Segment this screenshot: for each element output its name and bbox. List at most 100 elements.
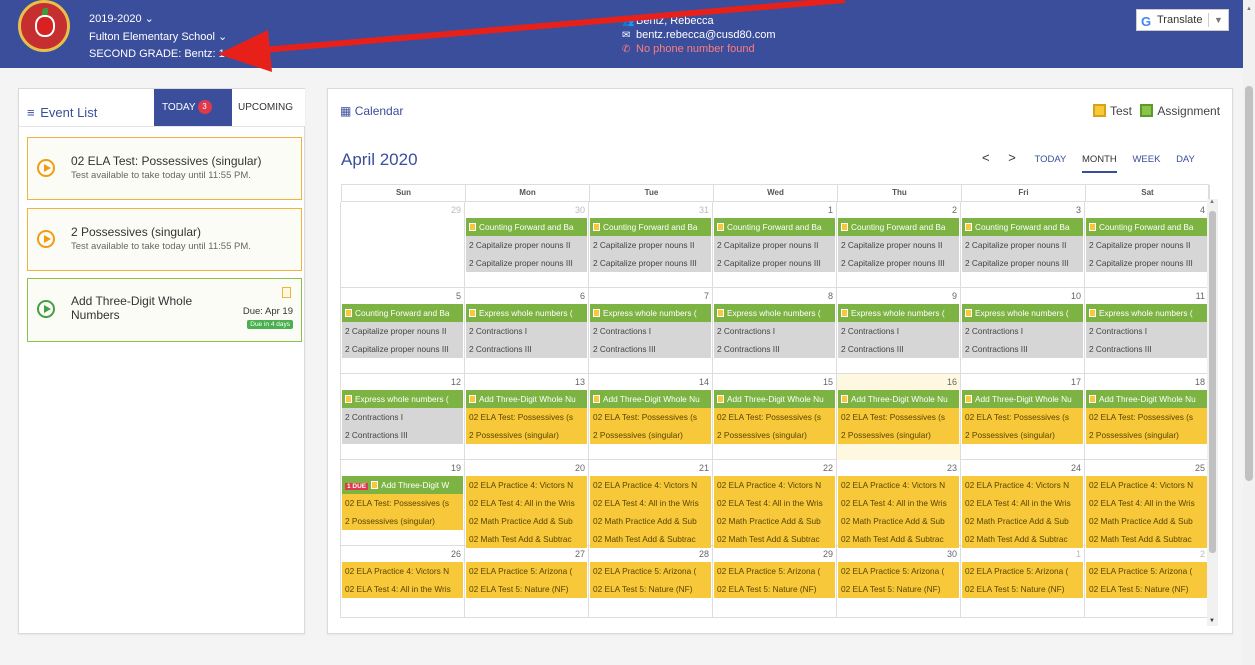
day-number[interactable]: 30 — [575, 205, 585, 215]
play-icon[interactable] — [37, 230, 55, 248]
calendar-day[interactable]: 28 02 ELA Practice 5: Arizona (02 ELA Tes… — [588, 546, 713, 618]
test-event[interactable]: 02 ELA Test: Possessives (s — [714, 408, 835, 426]
test-event[interactable]: 02 ELA Test 5: Nature (NF) — [714, 580, 835, 598]
day-number[interactable]: 2 — [1200, 549, 1205, 559]
calendar-day[interactable]: 31 Counting Forward and Ba 2 Capitalize pr… — [588, 202, 713, 288]
test-event[interactable]: 02 ELA Test: Possessives (s — [342, 494, 463, 512]
assignment-event[interactable]: Add Three-Digit Whole Nu — [1086, 390, 1207, 408]
completed-event[interactable]: 2 Capitalize proper nouns III — [714, 254, 835, 272]
day-number[interactable]: 23 — [947, 463, 957, 473]
day-number[interactable]: 4 — [1200, 205, 1205, 215]
assignment-event[interactable]: Counting Forward and Ba — [590, 218, 711, 236]
assignment-event[interactable]: Add Three-Digit Whole Nu — [714, 390, 835, 408]
tab-today[interactable]: TODAY 3 — [154, 89, 232, 126]
calendar-day[interactable]: 26 02 ELA Practice 4: Victors N 02 ELA Tes… — [340, 546, 465, 618]
play-icon[interactable] — [37, 159, 55, 177]
completed-event[interactable]: 2 Contractions III — [962, 340, 1083, 358]
calendar-day[interactable]: 10 Express whole numbers (2 Contractions … — [960, 288, 1085, 374]
completed-event[interactable]: 2 Capitalize proper nouns III — [342, 340, 463, 358]
test-event[interactable]: 02 ELA Practice 5: Arizona ( — [838, 562, 959, 580]
day-number[interactable]: 3 — [1076, 205, 1081, 215]
calendar-day[interactable]: 11 Express whole numbers (2 Contractions … — [1084, 288, 1209, 374]
completed-event[interactable]: 2 Contractions III — [838, 340, 959, 358]
scroll-thumb[interactable] — [1245, 86, 1253, 481]
assignment-event[interactable]: Counting Forward and Ba — [466, 218, 587, 236]
calendar-day[interactable]: 30 Counting Forward and Ba 2 Capitalize pr… — [464, 202, 589, 288]
calendar-day[interactable]: 15 Add Three-Digit Whole Nu 02 ELA Test: P… — [712, 374, 837, 460]
calendar-day[interactable]: 22 02 ELA Practice 4: Victors N 02 ELA Tes… — [712, 460, 837, 548]
assignment-event[interactable]: Add Three-Digit Whole Nu — [590, 390, 711, 408]
calendar-day[interactable]: 9 Express whole numbers (2 Contractions I… — [836, 288, 961, 374]
test-event[interactable]: 2 Possessives (singular) — [466, 426, 587, 444]
calendar-day[interactable]: 14 Add Three-Digit Whole Nu 02 ELA Test: P… — [588, 374, 713, 460]
day-number[interactable]: 22 — [823, 463, 833, 473]
calendar-day[interactable]: 5 Counting Forward and Ba 2 Capitalize pro… — [340, 288, 465, 374]
day-number[interactable]: 11 — [1196, 291, 1205, 301]
class-selector[interactable]: SECOND GRADE: Bentz: 1 ⌄ — [89, 47, 237, 60]
play-icon[interactable] — [37, 300, 55, 318]
calendar-day[interactable]: 18 Add Three-Digit Whole Nu 02 ELA Test: P… — [1084, 374, 1209, 460]
test-event[interactable]: 02 ELA Test 5: Nature (NF) — [962, 580, 1083, 598]
assignment-event[interactable]: Counting Forward and Ba — [1086, 218, 1207, 236]
calendar-day[interactable]: 19 1 DUE Add Three-Digit W 02 ELA Test: Pos… — [340, 460, 465, 546]
scroll-thumb[interactable] — [1209, 211, 1216, 553]
assignment-event[interactable]: Counting Forward and Ba — [342, 304, 463, 322]
calendar-day[interactable]: 8 Express whole numbers (2 Contractions I… — [712, 288, 837, 374]
completed-event[interactable]: 2 Contractions I — [466, 322, 587, 340]
assignment-event[interactable]: Express whole numbers ( — [466, 304, 587, 322]
calendar-day[interactable]: 30 02 ELA Practice 5: Arizona (02 ELA Tes… — [836, 546, 961, 618]
week-view-button[interactable]: WEEK — [1132, 154, 1160, 165]
completed-event[interactable]: 2 Capitalize proper nouns II — [590, 236, 711, 254]
day-number[interactable]: 1 — [828, 205, 833, 215]
calendar-day[interactable]: 27 02 ELA Practice 5: Arizona (02 ELA Tes… — [464, 546, 589, 618]
completed-event[interactable]: 2 Capitalize proper nouns III — [838, 254, 959, 272]
assignment-event[interactable]: Add Three-Digit Whole Nu — [962, 390, 1083, 408]
test-event[interactable]: 02 ELA Practice 4: Victors N — [1086, 476, 1207, 494]
today-button[interactable]: TODAY — [1034, 154, 1066, 165]
day-number[interactable]: 14 — [699, 377, 709, 387]
day-number[interactable]: 28 — [699, 549, 709, 559]
day-number[interactable]: 29 — [823, 549, 833, 559]
test-event[interactable]: 2 Possessives (singular) — [838, 426, 959, 444]
test-event[interactable]: 2 Possessives (singular) — [1086, 426, 1207, 444]
test-event[interactable]: 02 ELA Practice 4: Victors N — [962, 476, 1083, 494]
completed-event[interactable]: 2 Capitalize proper nouns II — [466, 236, 587, 254]
test-event[interactable]: 2 Possessives (singular) — [714, 426, 835, 444]
calendar-day[interactable]: 1 02 ELA Practice 5: Arizona (02 ELA Test… — [960, 546, 1085, 618]
completed-event[interactable]: 2 Contractions I — [590, 322, 711, 340]
completed-event[interactable]: 2 Contractions I — [1086, 322, 1207, 340]
completed-event[interactable]: 2 Contractions III — [342, 426, 463, 444]
calendar-day[interactable]: 4 Counting Forward and Ba 2 Capitalize pro… — [1084, 202, 1209, 288]
test-event[interactable]: 02 ELA Test: Possessives (s — [1086, 408, 1207, 426]
assignment-event[interactable]: Counting Forward and Ba — [714, 218, 835, 236]
completed-event[interactable]: 2 Contractions I — [714, 322, 835, 340]
test-event[interactable]: 02 ELA Practice 5: Arizona ( — [466, 562, 587, 580]
day-number[interactable]: 27 — [575, 549, 585, 559]
test-event[interactable]: 02 Math Practice Add & Sub — [466, 512, 587, 530]
test-event[interactable]: 02 ELA Test 4: All in the Wris — [342, 580, 463, 598]
calendar-day[interactable]: 3 Counting Forward and Ba 2 Capitalize pro… — [960, 202, 1085, 288]
test-event[interactable]: 02 ELA Test: Possessives (s — [466, 408, 587, 426]
completed-event[interactable]: 2 Contractions I — [838, 322, 959, 340]
school-year-selector[interactable]: 2019-2020 ⌄ — [89, 12, 154, 25]
assignment-event[interactable]: 1 DUE Add Three-Digit W — [342, 476, 463, 494]
test-event[interactable]: 02 ELA Test 5: Nature (NF) — [466, 580, 587, 598]
day-number[interactable]: 18 — [1195, 377, 1205, 387]
event-card[interactable]: Add Three-Digit Whole Numbers Due: Apr 1… — [27, 278, 302, 342]
page-scrollbar[interactable]: ▲ — [1243, 0, 1255, 665]
event-card[interactable]: 02 ELA Test: Possessives (singular) Test… — [27, 137, 302, 200]
assignment-event[interactable]: Counting Forward and Ba — [838, 218, 959, 236]
test-event[interactable]: 02 ELA Practice 4: Victors N — [466, 476, 587, 494]
test-event[interactable]: 2 Possessives (singular) — [962, 426, 1083, 444]
calendar-day[interactable]: 17 Add Three-Digit Whole Nu 02 ELA Test: P… — [960, 374, 1085, 460]
calendar-day[interactable]: 2 02 ELA Practice 5: Arizona (02 ELA Test… — [1084, 546, 1209, 618]
test-event[interactable]: 02 ELA Test 5: Nature (NF) — [590, 580, 711, 598]
day-number[interactable]: 21 — [699, 463, 709, 473]
test-event[interactable]: 02 ELA Test 4: All in the Wris — [590, 494, 711, 512]
test-event[interactable]: 02 ELA Practice 5: Arizona ( — [714, 562, 835, 580]
day-number[interactable]: 29 — [451, 205, 461, 215]
calendar-day[interactable]: 21 02 ELA Practice 4: Victors N 02 ELA Tes… — [588, 460, 713, 548]
test-event[interactable]: 02 ELA Practice 4: Victors N — [714, 476, 835, 494]
day-number[interactable]: 30 — [947, 549, 957, 559]
day-number[interactable]: 13 — [575, 377, 585, 387]
